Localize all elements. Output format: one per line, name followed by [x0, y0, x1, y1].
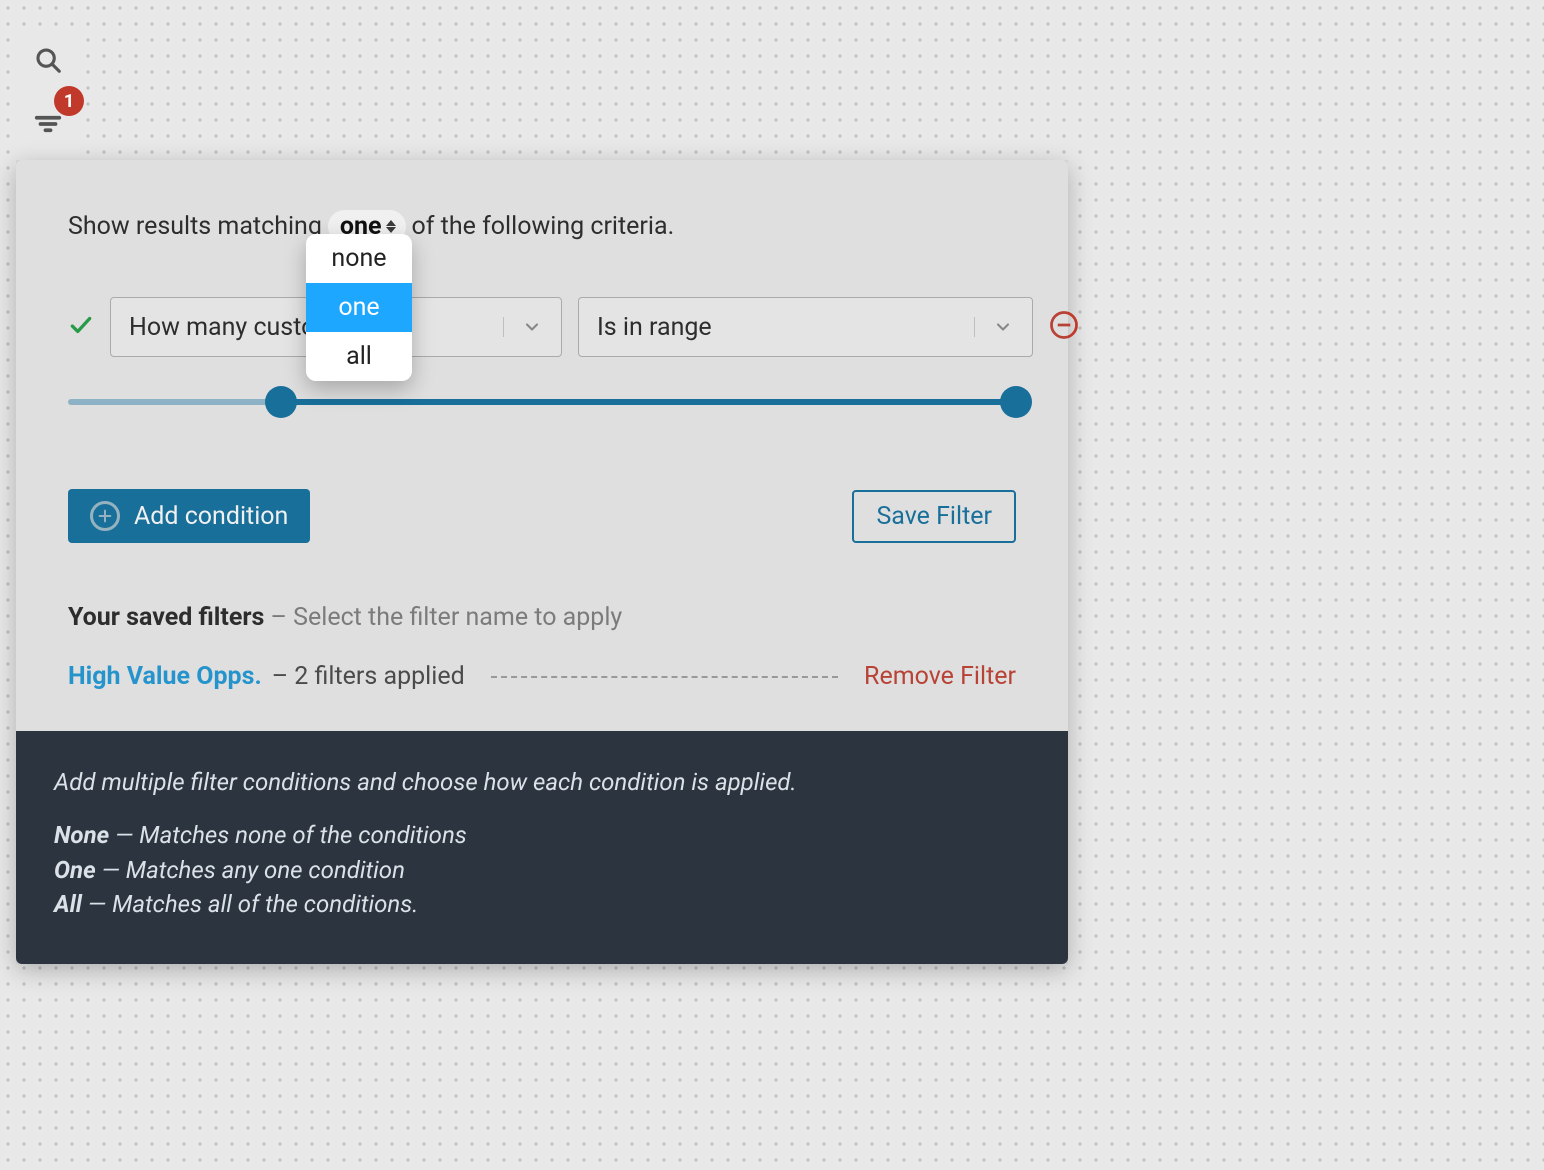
- filter-actions-row: Add condition Save Filter: [68, 489, 1016, 543]
- filter-panel-body: Show results matching one of the followi…: [16, 160, 1068, 731]
- divider-dashed: [491, 676, 838, 678]
- filter-icon: [33, 109, 63, 143]
- saved-filter-row: High Value Opps. – 2 filters applied Rem…: [68, 662, 1016, 691]
- slider-thumb-high[interactable]: [1000, 386, 1032, 418]
- chevron-down-icon: [974, 317, 1018, 337]
- condition-operator-label: Is in range: [597, 313, 712, 342]
- match-sentence: Show results matching one of the followi…: [68, 210, 1016, 243]
- slider-thumb-low[interactable]: [265, 386, 297, 418]
- match-mode-dropdown: none one all: [306, 234, 412, 381]
- help-line: None — Matches none of the conditions: [54, 818, 1030, 853]
- match-sentence-prefix: Show results matching: [68, 212, 322, 241]
- check-icon: [68, 312, 94, 342]
- saved-filter-meta: – 2 filters applied: [272, 662, 465, 691]
- saved-filters-heading: Your saved filters – Select the filter n…: [68, 603, 1016, 632]
- match-sentence-suffix: of the following criteria.: [412, 212, 675, 241]
- filter-panel: Show results matching one of the followi…: [16, 160, 1068, 964]
- plus-circle-icon: [90, 501, 120, 531]
- help-line: All — Matches all of the conditions.: [54, 887, 1030, 922]
- help-intro: Add multiple filter conditions and choos…: [54, 765, 1030, 800]
- help-footer: Add multiple filter conditions and choos…: [16, 731, 1068, 964]
- chevron-down-icon: [503, 317, 547, 337]
- saved-filter-name[interactable]: High Value Opps.: [68, 662, 262, 691]
- filter-count-badge: 1: [54, 86, 84, 116]
- saved-filters-subtitle: – Select the filter name to apply: [264, 603, 622, 632]
- match-mode-option-one[interactable]: one: [306, 283, 412, 332]
- add-condition-label: Add condition: [134, 502, 288, 531]
- condition-row: How many customers c... Is in range: [68, 297, 1016, 357]
- search-icon: [33, 45, 63, 79]
- help-line: One — Matches any one condition: [54, 853, 1030, 888]
- remove-saved-filter-button[interactable]: Remove Filter: [864, 662, 1016, 691]
- match-mode-option-all[interactable]: all: [306, 332, 412, 381]
- stepper-caret-icon: [386, 220, 396, 233]
- slider-fill: [281, 399, 1016, 405]
- remove-condition-button[interactable]: [1049, 310, 1079, 344]
- condition-operator-select[interactable]: Is in range: [578, 297, 1033, 357]
- saved-filters-title: Your saved filters: [68, 603, 264, 632]
- search-button[interactable]: [16, 30, 80, 94]
- save-filter-label: Save Filter: [876, 502, 992, 531]
- add-condition-button[interactable]: Add condition: [68, 489, 310, 543]
- filter-button[interactable]: 1: [16, 94, 80, 158]
- match-mode-option-none[interactable]: none: [306, 234, 412, 283]
- left-toolbar: 1: [16, 30, 80, 158]
- save-filter-button[interactable]: Save Filter: [852, 490, 1016, 543]
- range-slider[interactable]: [68, 385, 1016, 419]
